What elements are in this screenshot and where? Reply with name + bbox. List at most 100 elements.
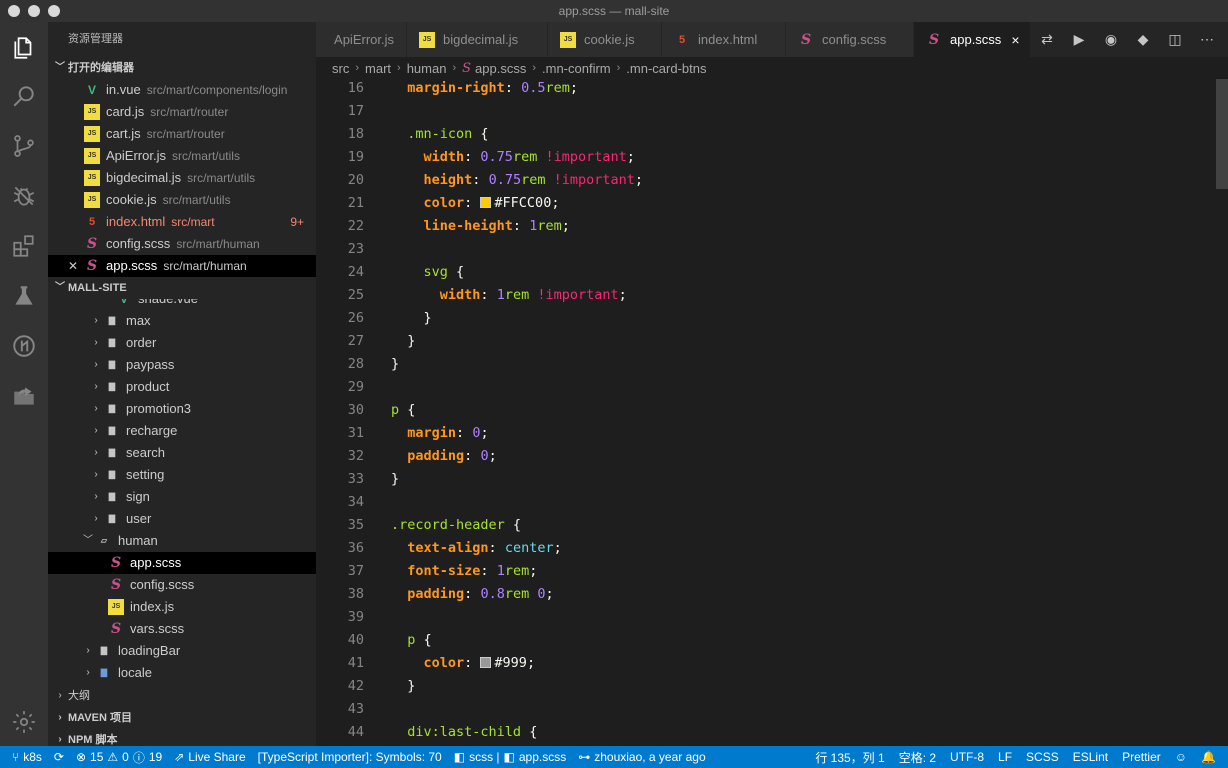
code-line[interactable]: 43 (316, 698, 1216, 721)
open-editor-item[interactable]: JS cart.js src/mart/router (48, 123, 316, 145)
code-line[interactable]: 36 text-align: center; (316, 537, 1216, 560)
tab-config-scss[interactable]: S config.scss (786, 22, 914, 57)
color-swatch[interactable] (480, 657, 492, 668)
close-tab-icon[interactable]: × (1011, 32, 1019, 48)
code-line[interactable]: 37 font-size: 1rem; (316, 560, 1216, 583)
open-editor-item[interactable]: JS ApiError.js src/mart/utils (48, 145, 316, 167)
project-section[interactable]: ﹀ MALL-SITE (48, 277, 316, 299)
code-line[interactable]: 17 (316, 100, 1216, 123)
code-line[interactable]: 16 margin-right: 0.5rem; (316, 79, 1216, 100)
code-line[interactable]: 29 (316, 376, 1216, 399)
tree-file[interactable]: S vars.scss (48, 618, 316, 640)
open-editors-section[interactable]: ﹀ 打开的编辑器 (48, 57, 316, 79)
tree-file[interactable]: S config.scss (48, 574, 316, 596)
code-line[interactable]: 27 } (316, 330, 1216, 353)
breadcrumb-item[interactable]: human (407, 61, 447, 76)
run-icon[interactable]: ▶ (1070, 31, 1088, 49)
tree-folder[interactable]: › ▇ sign (48, 486, 316, 508)
language-mode[interactable]: SCSS (1026, 750, 1059, 764)
file-info-status[interactable]: ◧ scss | ◧ app.scss (454, 750, 567, 764)
code-line[interactable]: 32 padding: 0; (316, 445, 1216, 468)
tree-folder[interactable]: › ▇ user (48, 508, 316, 530)
tree-folder[interactable]: › ▇ max (48, 310, 316, 332)
search-icon[interactable] (0, 72, 48, 120)
code-line[interactable]: 19 width: 0.75rem !important; (316, 146, 1216, 169)
color-swatch[interactable] (480, 197, 492, 208)
prettier-status[interactable]: Prettier (1122, 750, 1161, 764)
cursor-position[interactable]: 行 135，列 1 (815, 749, 884, 766)
code-editor[interactable]: 16 margin-right: 0.5rem; 17 18 .mn-icon {1… (316, 79, 1216, 746)
tab-cookie[interactable]: JS cookie.js (548, 22, 662, 57)
tab-bigdecimal[interactable]: JS bigdecimal.js (407, 22, 548, 57)
tree-file[interactable]: V shade.vue (48, 299, 316, 310)
tree-folder[interactable]: › ▇ recharge (48, 420, 316, 442)
breadcrumb-item[interactable]: src (332, 61, 349, 76)
tree-folder-open[interactable]: ﹀ ▱ human (48, 530, 316, 552)
notifications-bell-icon[interactable]: 🔔 (1201, 750, 1216, 764)
open-editor-item[interactable]: JS cookie.js src/mart/utils (48, 189, 316, 211)
more-actions-icon[interactable]: ⋯ (1198, 31, 1216, 49)
close-icon[interactable]: ✕ (68, 255, 78, 277)
code-line[interactable]: 26 } (316, 307, 1216, 330)
open-editor-item[interactable]: JS card.js src/mart/router (48, 101, 316, 123)
code-line[interactable]: 35 .record-header { (316, 514, 1216, 537)
code-line[interactable]: 39 (316, 606, 1216, 629)
close-window-button[interactable] (8, 5, 20, 17)
minimize-window-button[interactable] (28, 5, 40, 17)
tree-folder[interactable]: › ▇ paypass (48, 354, 316, 376)
code-line[interactable]: 28} (316, 353, 1216, 376)
explorer-icon[interactable] (0, 24, 48, 72)
outline-section[interactable]: › 大纲 (48, 685, 316, 707)
debug-icon[interactable] (0, 172, 48, 220)
open-editor-item-active[interactable]: ✕ S app.scss src/mart/human (48, 255, 316, 277)
tree-folder[interactable]: › ▇ order (48, 332, 316, 354)
code-line[interactable]: 41 color: #999; (316, 652, 1216, 675)
code-line[interactable]: 24 svg { (316, 261, 1216, 284)
tab-apierror[interactable]: ApiError.js (316, 22, 407, 57)
compare-changes-icon[interactable]: ⇄ (1038, 31, 1056, 49)
git-icon[interactable]: ◆ (1134, 31, 1152, 49)
live-share-button[interactable]: ⇗ Live Share (174, 750, 245, 764)
breadcrumb-item[interactable]: .mn-card-btns (626, 61, 706, 76)
test-flask-icon[interactable] (0, 272, 48, 320)
eslint-status[interactable]: ESLint (1073, 750, 1108, 764)
code-line[interactable]: 42 } (316, 675, 1216, 698)
git-blame-status[interactable]: ⊶ zhouxiao, a year ago (578, 750, 705, 764)
indentation[interactable]: 空格: 2 (899, 749, 936, 766)
code-line[interactable]: 38 padding: 0.8rem 0; (316, 583, 1216, 606)
code-line[interactable]: 40 p { (316, 629, 1216, 652)
sync-icon[interactable]: ⟳ (54, 750, 64, 764)
code-line[interactable]: 20 height: 0.75rem !important; (316, 169, 1216, 192)
code-line[interactable]: 23 (316, 238, 1216, 261)
feedback-smiley-icon[interactable]: ☺ (1175, 750, 1187, 764)
ts-importer-status[interactable]: [TypeScript Importer]: Symbols: 70 (258, 750, 442, 764)
encoding[interactable]: UTF-8 (950, 750, 984, 764)
settings-gear-icon[interactable] (0, 698, 48, 746)
code-line[interactable]: 25 width: 1rem !important; (316, 284, 1216, 307)
tree-folder[interactable]: › ▇ locale (48, 662, 316, 684)
code-line[interactable]: 33} (316, 468, 1216, 491)
tree-file[interactable]: JS index.js (48, 596, 316, 618)
code-line[interactable]: 30 p { (316, 399, 1216, 422)
tree-folder[interactable]: › ▇ promotion3 (48, 398, 316, 420)
maven-section[interactable]: › MAVEN 项目 (48, 707, 316, 729)
tab-app-scss[interactable]: S app.scss × (914, 22, 1031, 57)
tree-file-active[interactable]: S app.scss (48, 552, 316, 574)
open-editor-item[interactable]: S config.scss src/mart/human (48, 233, 316, 255)
tree-folder[interactable]: › ▇ setting (48, 464, 316, 486)
npm-scripts-section[interactable]: › NPM 脚本 (48, 729, 316, 746)
scrollbar-thumb[interactable] (1216, 79, 1228, 189)
code-line[interactable]: 18 .mn-icon { (316, 123, 1216, 146)
breadcrumb-item[interactable]: mart (365, 61, 391, 76)
tree-folder[interactable]: › ▇ loadingBar (48, 640, 316, 662)
open-editor-item[interactable]: V in.vue src/mart/components/login (48, 79, 316, 101)
tab-index-html[interactable]: 5 index.html (662, 22, 786, 57)
source-control-icon[interactable] (0, 122, 48, 170)
code-line[interactable]: 44 div:last-child { (316, 721, 1216, 744)
code-line[interactable]: 34 (316, 491, 1216, 514)
live-share-icon[interactable] (0, 372, 48, 420)
problems-indicator[interactable]: ⊗ 15 ⚠ 0 ⓘ 19 (76, 749, 162, 766)
code-line[interactable]: 22 line-height: 1rem; (316, 215, 1216, 238)
open-editor-item[interactable]: 5 index.html src/mart 9+ (48, 211, 316, 233)
branch-indicator[interactable]: ⑂ k8s (12, 750, 42, 764)
